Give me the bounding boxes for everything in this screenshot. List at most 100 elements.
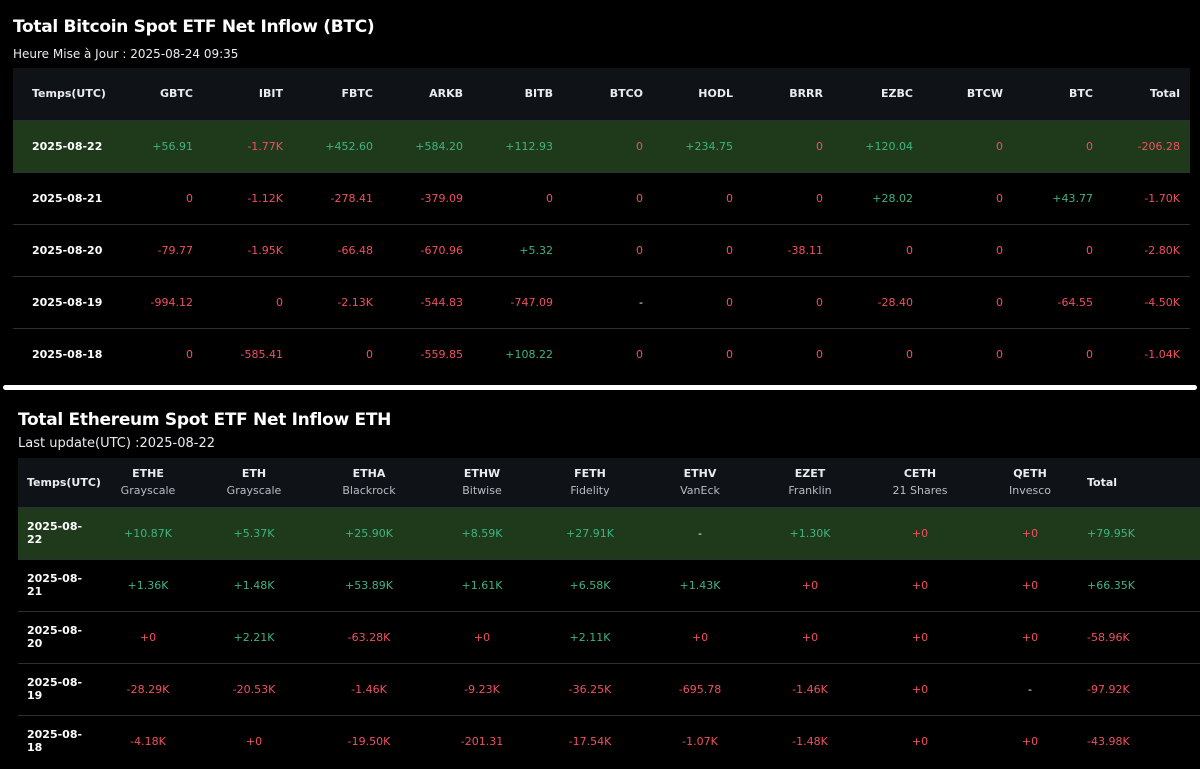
column-ticker: Temps(UTC)	[27, 475, 101, 489]
column-header-total: Total	[1103, 68, 1190, 120]
flow-cell-fbtc: +452.60	[293, 119, 383, 172]
column-header-eth: ETH Grayscale	[201, 458, 307, 507]
column-header-ethe: ETHE Grayscale	[95, 458, 201, 507]
date-cell: 2025-08-18	[13, 327, 113, 380]
table-row[interactable]: 2025-08-21 0 -1.12K -278.41 -379.09 0 0 0 0 +28.0…	[13, 171, 1190, 224]
column-header-ceth: CETH 21 Shares	[867, 458, 973, 507]
column-ticker: QETH	[1013, 467, 1047, 481]
flow-cell-brrr: 0	[743, 171, 833, 224]
table-row[interactable]: 2025-08-20 -79.77 -1.95K -66.48 -670.96 +5.32…	[13, 223, 1190, 276]
flow-cell-feth: +27.91K	[533, 506, 647, 559]
flow-cell-gbtc: +56.91	[113, 119, 203, 172]
date-cell: 2025-08-19	[13, 275, 113, 328]
table-row[interactable]: 2025-08-18 -4.18K +0 -19.50K -201.31 -17.54K -…	[18, 714, 1200, 767]
date-cell: 2025-08-21	[18, 558, 95, 611]
table-row[interactable]: 2025-08-19 -994.12 0 -2.13K -544.83 -747.09-0…	[13, 275, 1190, 328]
flow-cell-ethw: -9.23K	[431, 662, 533, 715]
flow-cell-gbtc: 0	[113, 171, 203, 224]
date-cell: 2025-08-21	[13, 171, 113, 224]
flow-cell-btco: 0	[563, 327, 653, 380]
table-row[interactable]: 2025-08-19 -28.29K -20.53K -1.46K -9.23K -36.…	[18, 662, 1200, 715]
column-issuer: Grayscale	[226, 484, 282, 498]
flow-cell-ceth: +0	[867, 662, 973, 715]
eth-table-title: Total Ethereum Spot ETF Net Inflow ETH	[18, 410, 392, 430]
column-header-tempsutc: Temps(UTC)	[13, 68, 113, 120]
flow-cell-total: -58.96K	[1087, 610, 1200, 663]
column-header-hodl: HODL	[653, 68, 743, 120]
flow-cell-total: -206.28	[1103, 119, 1190, 172]
date-cell: 2025-08-22	[13, 119, 113, 172]
column-ticker: ETHW	[463, 467, 501, 481]
column-ticker: ETH	[241, 467, 267, 481]
flow-cell-btcw: 0	[923, 171, 1013, 224]
flow-cell-ethv: -695.78	[647, 662, 753, 715]
date-cell: 2025-08-20	[18, 610, 95, 663]
column-ticker: ETHE	[132, 467, 164, 481]
flow-cell-arkb: -379.09	[383, 171, 473, 224]
flow-cell-feth: +6.58K	[533, 558, 647, 611]
column-header-total: Total	[1087, 458, 1200, 507]
flow-cell-ezet: -1.48K	[753, 714, 867, 767]
date-cell: 2025-08-20	[13, 223, 113, 276]
column-ticker: Total	[1087, 475, 1118, 489]
flow-cell-ethe: +1.36K	[95, 558, 201, 611]
flow-cell-ethe: +0	[95, 610, 201, 663]
flow-cell-ceth: +0	[867, 714, 973, 767]
flow-cell-arkb: -559.85	[383, 327, 473, 380]
flow-cell-feth: -17.54K	[533, 714, 647, 767]
table-row[interactable]: 2025-08-20 +0 +2.21K -63.28K +0 +2.11K +0 +0 +0 +…	[18, 610, 1200, 663]
column-ticker: CETH	[903, 467, 937, 481]
table-row[interactable]: 2025-08-22 +56.91 -1.77K +452.60 +584.20 +112…	[13, 119, 1190, 172]
flow-cell-ezet: +0	[753, 610, 867, 663]
flow-cell-fbtc: -2.13K	[293, 275, 383, 328]
flow-cell-ezbc: -28.40	[833, 275, 923, 328]
flow-cell-btcw: 0	[923, 223, 1013, 276]
flow-cell-btcw: 0	[923, 119, 1013, 172]
table-row[interactable]: 2025-08-18 0 -585.41 0 -559.85 +108.22 0 0 0 0 0 0-…	[13, 327, 1190, 380]
column-header-tempsutc: Temps(UTC)	[18, 458, 101, 507]
flow-cell-bitb: +108.22	[473, 327, 563, 380]
flow-cell-arkb: -544.83	[383, 275, 473, 328]
flow-cell-gbtc: -79.77	[113, 223, 203, 276]
flow-cell-hodl: 0	[653, 171, 743, 224]
flow-cell-ceth: +0	[867, 610, 973, 663]
flow-cell-btc: 0	[1013, 223, 1103, 276]
eth-etf-table: Temps(UTC) ETHE Grayscale ETH Grayscale ETHA B…	[18, 458, 1200, 767]
flow-cell-btc: +43.77	[1013, 171, 1103, 224]
column-header-btc: BTC	[1013, 68, 1103, 120]
flow-cell-total: +66.35K	[1087, 558, 1200, 611]
flow-cell-ceth: +0	[867, 558, 973, 611]
flow-cell-fbtc: 0	[293, 327, 383, 380]
flow-cell-brrr: 0	[743, 327, 833, 380]
flow-cell-ezet: +0	[753, 558, 867, 611]
flow-cell-total: -1.04K	[1103, 327, 1190, 380]
date-cell: 2025-08-22	[18, 506, 95, 559]
flow-cell-ethe: -28.29K	[95, 662, 201, 715]
flow-cell-total: -43.98K	[1087, 714, 1200, 767]
flow-cell-ethv: +1.43K	[647, 558, 753, 611]
column-ticker: ETHA	[352, 467, 386, 481]
flow-cell-ethw: +8.59K	[431, 506, 533, 559]
flow-cell-arkb: +584.20	[383, 119, 473, 172]
flow-cell-gbtc: 0	[113, 327, 203, 380]
btc-table-title: Total Bitcoin Spot ETF Net Inflow (BTC)	[13, 17, 375, 37]
table-row[interactable]: 2025-08-22 +10.87K +5.37K +25.90K +8.59K +27.…	[18, 506, 1200, 559]
flow-cell-btc: -64.55	[1013, 275, 1103, 328]
column-header-fbtc: FBTC	[293, 68, 383, 120]
date-cell: 2025-08-19	[18, 662, 95, 715]
flow-cell-etha: -19.50K	[307, 714, 431, 767]
flow-cell-btc: 0	[1013, 327, 1103, 380]
date-cell: 2025-08-18	[18, 714, 95, 767]
table-row[interactable]: 2025-08-21 +1.36K +1.48K +53.89K +1.61K +6.58…	[18, 558, 1200, 611]
column-ticker: EZET	[794, 467, 826, 481]
column-header-btco: BTCO	[563, 68, 653, 120]
column-issuer: Bitwise	[462, 484, 502, 498]
flow-cell-hodl: 0	[653, 223, 743, 276]
flow-cell-feth: +2.11K	[533, 610, 647, 663]
flow-cell-ibit: -1.95K	[203, 223, 293, 276]
column-ticker: ETHV	[683, 467, 717, 481]
flow-cell-qeth: +0	[973, 610, 1087, 663]
column-header-bitb: BITB	[473, 68, 563, 120]
flow-cell-eth: +2.21K	[201, 610, 307, 663]
flow-cell-ethv: -1.07K	[647, 714, 753, 767]
